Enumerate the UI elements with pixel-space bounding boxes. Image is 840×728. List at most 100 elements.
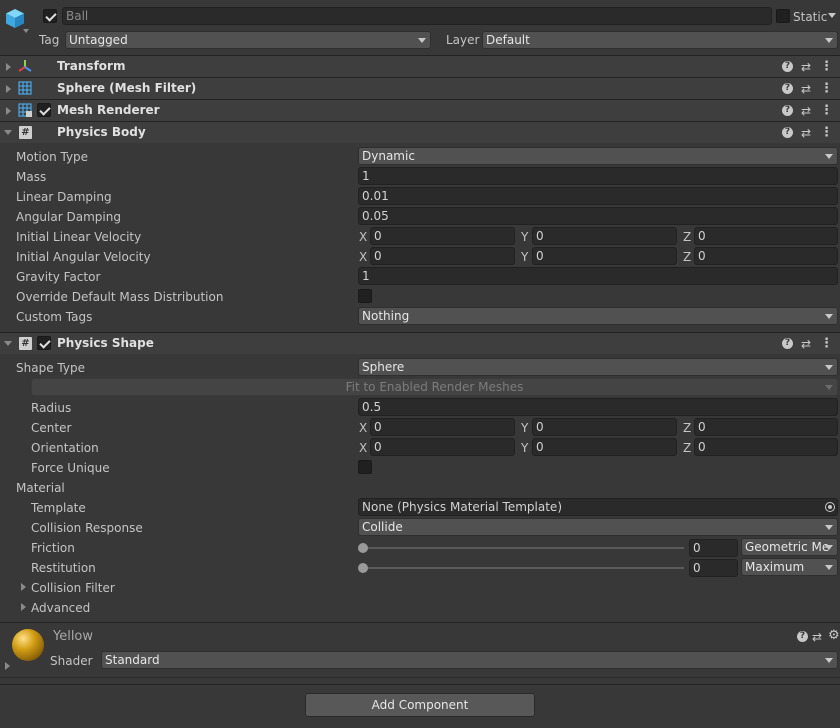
friction-value-field[interactable]: 0 [689,539,738,557]
advanced-foldout[interactable]: Advanced [31,600,90,616]
expand-arrow-icon[interactable] [6,85,11,93]
angular-velocity-x-field[interactable]: 0 [370,247,515,265]
restitution-slider-knob[interactable] [358,563,368,573]
menu-icon[interactable]: ⋮ [820,336,833,352]
friction-combine-dropdown[interactable]: Geometric Me [741,538,838,556]
override-mass-checkbox[interactable] [358,289,372,303]
help-icon[interactable]: ? [782,105,793,116]
gravity-factor-field[interactable]: 1 [358,267,838,285]
preset-icon[interactable]: ⇄ [801,336,811,352]
gear-icon[interactable]: ⚙ [828,628,840,644]
center-z-field[interactable]: 0 [694,418,838,436]
restitution-combine-dropdown[interactable]: Maximum [741,558,838,576]
angular-damping-label: Angular Damping [16,210,121,224]
chevron-down-icon [825,385,833,390]
fit-render-meshes-button[interactable]: Fit to Enabled Render Meshes [31,378,838,396]
tag-dropdown[interactable]: Untagged [65,31,431,49]
collapse-arrow-icon[interactable] [4,341,12,346]
angular-velocity-y-field[interactable]: 0 [532,247,677,265]
collision-response-label: Collision Response [31,521,143,535]
linear-velocity-y-field[interactable]: 0 [532,227,677,245]
mesh-renderer-header[interactable]: Mesh Renderer ? ⇄ ⋮ [0,99,840,121]
shader-dropdown[interactable]: Standard [101,651,838,669]
preset-icon[interactable]: ⇄ [801,81,811,97]
angular-velocity-z-field[interactable]: 0 [694,247,838,265]
object-name-field[interactable]: Ball [62,7,772,25]
tag-label: Tag [39,33,60,47]
transform-icon [18,59,32,73]
z-axis-label: Z [683,230,692,244]
script-icon: # [19,337,32,350]
mesh-renderer-icon [18,103,32,117]
mass-field[interactable]: 1 [358,167,838,185]
chevron-down-icon [825,154,833,159]
preset-icon[interactable]: ⇄ [801,125,811,141]
preset-icon[interactable]: ⇄ [801,103,811,119]
active-checkbox[interactable] [43,9,57,23]
force-unique-checkbox[interactable] [358,460,372,474]
collapse-arrow-icon[interactable] [4,130,12,135]
physics-body-header[interactable]: # Physics Body ? ⇄ ⋮ [0,121,840,143]
z-axis-label: Z [683,250,692,264]
restitution-slider-track[interactable] [362,567,684,569]
motion-type-value: Dynamic [362,149,415,163]
linear-damping-field[interactable]: 0.01 [358,187,838,205]
center-y-field[interactable]: 0 [532,418,677,436]
menu-icon[interactable]: ⋮ [820,59,833,75]
mesh-renderer-enabled-checkbox[interactable] [37,103,51,117]
shape-type-dropdown[interactable]: Sphere [358,358,838,376]
expand-arrow-icon[interactable] [6,63,11,71]
linear-velocity-x-field[interactable]: 0 [370,227,515,245]
friction-slider-track[interactable] [362,547,684,549]
menu-icon[interactable]: ⋮ [820,103,833,119]
center-x-field[interactable]: 0 [370,418,515,436]
physics-shape-header[interactable]: # Physics Shape ? ⇄ ⋮ [0,332,840,354]
chevron-down-icon [418,38,426,43]
orientation-x-field[interactable]: 0 [370,438,515,456]
preset-icon[interactable]: ⇄ [801,59,811,75]
motion-type-dropdown[interactable]: Dynamic [358,147,838,165]
x-axis-label: X [359,441,368,455]
icon-dropdown-arrow-icon[interactable] [23,29,29,33]
help-icon[interactable]: ? [797,631,808,642]
radius-field[interactable]: 0.5 [358,398,838,416]
static-dropdown[interactable] [825,7,840,25]
orientation-z-field[interactable]: 0 [694,438,838,456]
mesh-filter-header[interactable]: Sphere (Mesh Filter) ? ⇄ ⋮ [0,77,840,99]
help-icon[interactable]: ? [782,338,793,349]
custom-tags-dropdown[interactable]: Nothing [358,307,838,325]
expand-arrow-icon[interactable] [21,583,26,591]
menu-icon[interactable]: ⋮ [820,125,833,141]
friction-slider-knob[interactable] [358,543,368,553]
object-picker-icon[interactable] [825,502,835,512]
transform-title: Transform [57,59,126,73]
shape-type-label: Shape Type [16,361,85,375]
chevron-down-icon [825,658,833,663]
add-component-button[interactable]: Add Component [305,693,535,717]
add-component-label: Add Component [371,698,469,712]
collision-filter-foldout[interactable]: Collision Filter [31,580,115,596]
expand-arrow-icon[interactable] [21,603,26,611]
help-icon[interactable]: ? [782,83,793,94]
linear-velocity-z-field[interactable]: 0 [694,227,838,245]
restitution-value-field[interactable]: 0 [689,559,738,577]
x-axis-label: X [359,421,368,435]
angular-damping-field[interactable]: 0.05 [358,207,838,225]
menu-icon[interactable]: ⋮ [820,81,833,97]
help-icon[interactable]: ? [782,61,793,72]
physics-shape-enabled-checkbox[interactable] [37,336,51,350]
preset-icon[interactable]: ⇄ [812,629,822,645]
mass-label: Mass [16,170,47,184]
chevron-down-icon [825,314,833,319]
template-field[interactable]: None (Physics Material Template) [358,498,838,516]
static-checkbox[interactable] [776,9,790,23]
layer-dropdown[interactable]: Default [482,31,838,49]
transform-header[interactable]: Transform ? ⇄ ⋮ [0,55,840,77]
x-axis-label: X [359,230,368,244]
collision-response-dropdown[interactable]: Collide [358,518,838,536]
orientation-y-field[interactable]: 0 [532,438,677,456]
expand-arrow-icon[interactable] [6,107,11,115]
material-expand-arrow-icon[interactable] [5,662,10,670]
shape-type-value: Sphere [362,360,405,374]
help-icon[interactable]: ? [782,127,793,138]
